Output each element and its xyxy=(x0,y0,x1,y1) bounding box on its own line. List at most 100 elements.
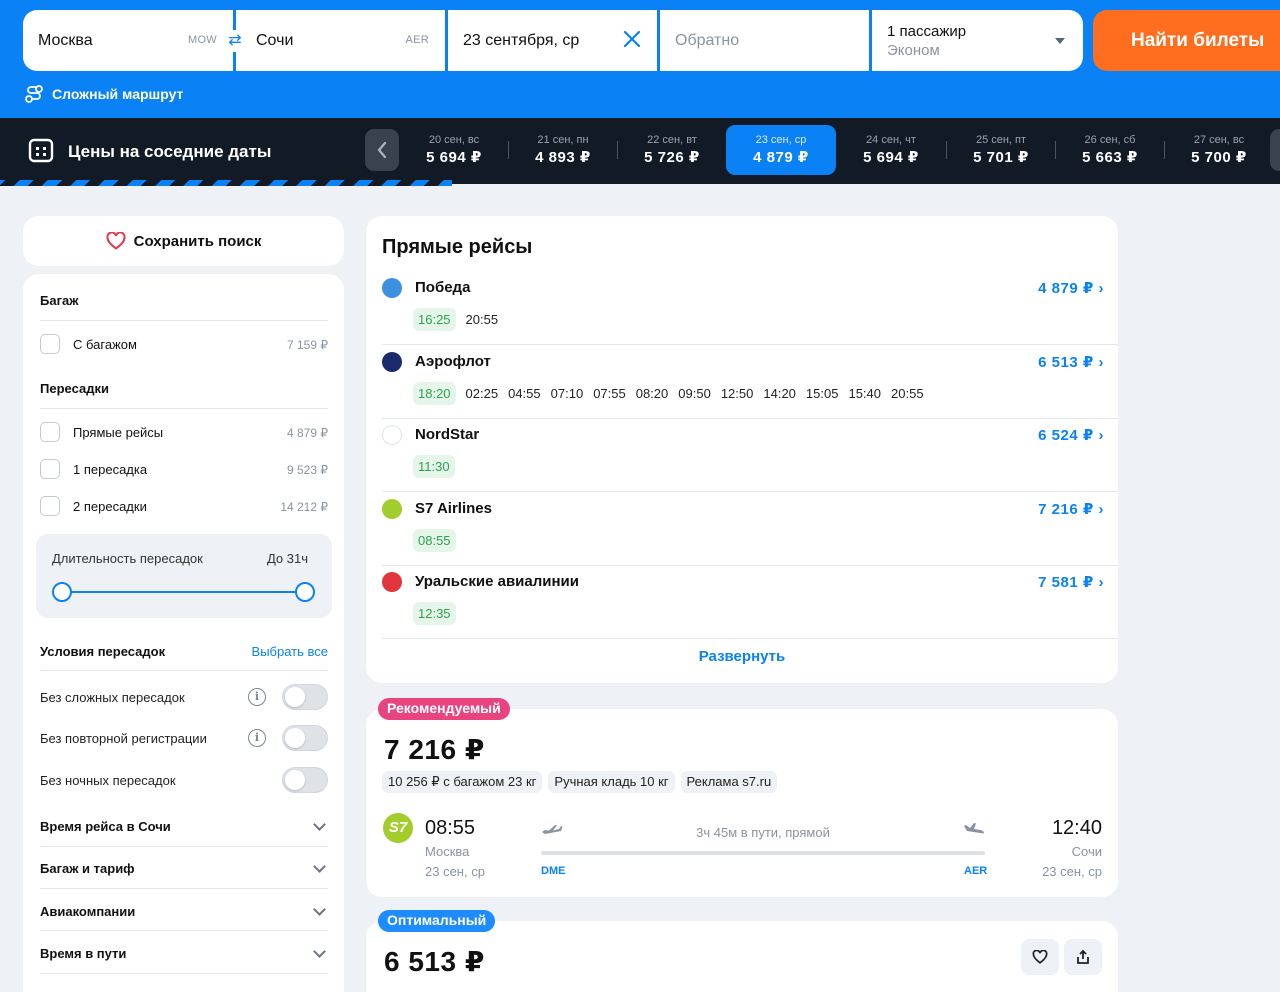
expand-button[interactable]: Развернуть xyxy=(366,648,1118,665)
departure-time-chip[interactable]: 07:10 xyxy=(551,386,584,401)
transfer-price-one: 9 523 ₽ xyxy=(287,463,328,477)
from-city[interactable]: Москва xyxy=(38,32,93,50)
select-all-link[interactable]: Выбрать все xyxy=(252,644,328,659)
toggle-no-night[interactable] xyxy=(282,767,328,793)
date-cell[interactable]: 21 сен, пн 4 893 ₽ xyxy=(508,129,618,175)
slider-max-handle[interactable] xyxy=(295,582,315,602)
transfers-title: Пересадки xyxy=(40,381,109,396)
arrival-city: Сочи xyxy=(1071,844,1102,859)
airline-row[interactable]: NordStar 6 524 ₽ › 11:30 xyxy=(382,418,1118,492)
chevron-down-icon[interactable] xyxy=(313,903,326,916)
departure-time-chip[interactable]: 04:55 xyxy=(508,386,541,401)
airline-row[interactable]: Победа 4 879 ₽ › 16:25 20:55 xyxy=(382,271,1118,345)
next-dates-button[interactable] xyxy=(1270,129,1280,171)
airline-name: NordStar xyxy=(415,426,480,443)
airline-price[interactable]: 7 581 ₽ › xyxy=(1038,573,1104,591)
departure-time-chip[interactable]: 15:40 xyxy=(848,386,881,401)
date-cell[interactable]: 25 сен, пт 5 701 ₽ xyxy=(946,129,1056,175)
airline-price[interactable]: 6 513 ₽ › xyxy=(1038,353,1104,371)
section-airlines[interactable]: Авиакомпании xyxy=(40,904,135,919)
date-cell[interactable]: 26 сен, сб 5 663 ₽ xyxy=(1055,129,1165,175)
departure-time-chip[interactable]: 18:20 xyxy=(413,382,456,405)
swap-icon[interactable]: ⇄ xyxy=(223,30,247,52)
departure-time-chip[interactable]: 16:25 xyxy=(413,308,456,331)
route-icon xyxy=(25,85,43,103)
airline-price-value: 4 879 ₽ xyxy=(1038,280,1094,297)
departure-time-chip[interactable]: 08:20 xyxy=(636,386,669,401)
optimal-badge: Оптимальный xyxy=(378,910,496,932)
loading-stripes xyxy=(0,180,452,186)
toggle-no-recheck[interactable] xyxy=(282,725,328,751)
airline-price[interactable]: 7 216 ₽ › xyxy=(1038,500,1104,518)
to-city[interactable]: Сочи xyxy=(256,32,293,50)
chevron-down-icon[interactable] xyxy=(313,818,326,831)
transfer-checkbox-direct[interactable] xyxy=(40,422,60,442)
departure-time-chip[interactable]: 20:55 xyxy=(466,312,499,327)
prev-dates-button[interactable] xyxy=(365,129,399,171)
complex-route-link[interactable]: Сложный маршрут xyxy=(24,84,183,104)
departure-time-chip[interactable]: 12:50 xyxy=(721,386,754,401)
departure-time-chip[interactable]: 02:25 xyxy=(466,386,499,401)
slider-track[interactable] xyxy=(62,591,306,593)
departure-time-chip[interactable]: 08:55 xyxy=(413,529,456,552)
info-icon[interactable]: i xyxy=(248,729,266,747)
share-button[interactable] xyxy=(1064,939,1102,975)
date-cell[interactable]: 22 сен, вт 5 726 ₽ xyxy=(617,129,727,175)
transfer-label-two[interactable]: 2 пересадки xyxy=(73,499,147,514)
airline-price[interactable]: 6 524 ₽ › xyxy=(1038,426,1104,444)
date-separator xyxy=(1164,141,1165,159)
date-cell[interactable]: 20 сен, вс 5 694 ₽ xyxy=(399,129,509,175)
return-date-field[interactable]: Обратно xyxy=(660,10,869,71)
departure-time-chip[interactable]: 11:30 xyxy=(413,455,455,478)
date-field[interactable]: 23 сентября, ср xyxy=(448,10,657,71)
favorite-button[interactable] xyxy=(1021,939,1059,975)
find-tickets-button[interactable]: Найти билеты xyxy=(1093,10,1280,71)
section-flight-time[interactable]: Время рейса в Сочи xyxy=(40,819,171,834)
date-label: 23 сен, ср xyxy=(755,134,807,146)
departure-time: 08:55 xyxy=(425,817,476,839)
date-cell[interactable]: 27 сен, вс 5 700 ₽ xyxy=(1164,129,1274,175)
return-placeholder[interactable]: Обратно xyxy=(675,32,739,50)
ticket-card[interactable]: 7 216 ₽ 10 256 ₽ с багажом 23 кг Ручная … xyxy=(366,709,1118,897)
passengers-field[interactable]: 1 пассажир Эконом xyxy=(872,10,1083,71)
baggage-checkbox[interactable] xyxy=(40,334,60,354)
transfer-label-direct[interactable]: Прямые рейсы xyxy=(73,425,163,440)
airline-row[interactable]: Уральские авиалинии 7 581 ₽ › 12:35 xyxy=(382,565,1118,639)
departure-time-chip[interactable]: 09:50 xyxy=(678,386,711,401)
clear-date-icon[interactable] xyxy=(621,28,643,50)
departure-time-chip[interactable]: 20:55 xyxy=(891,386,924,401)
toggle-no-complex[interactable] xyxy=(282,684,328,710)
calendar-icon xyxy=(28,138,54,163)
date-cell[interactable]: 24 сен, чт 5 694 ₽ xyxy=(836,129,946,175)
date-price: 4 893 ₽ xyxy=(535,149,591,166)
airline-price[interactable]: 4 879 ₽ › xyxy=(1038,279,1104,297)
airline-name: Победа xyxy=(415,279,471,296)
section-travel-time[interactable]: Время в пути xyxy=(40,946,126,961)
airline-row[interactable]: S7 Airlines 7 216 ₽ › 08:55 xyxy=(382,492,1118,566)
transfer-checkbox-two[interactable] xyxy=(40,496,60,516)
airline-row[interactable]: Аэрофлот 6 513 ₽ › 18:20 02:25 04:55 07:10 07:… xyxy=(382,345,1118,419)
chevron-down-icon[interactable] xyxy=(1055,38,1065,44)
date-separator xyxy=(508,141,509,159)
chevron-down-icon[interactable] xyxy=(313,860,326,873)
departure-time-chip[interactable]: 07:55 xyxy=(593,386,626,401)
transfer-checkbox-one[interactable] xyxy=(40,459,60,479)
to-field[interactable]: Сочи AER xyxy=(236,10,445,71)
departure-times: 16:25 20:55 xyxy=(413,308,508,331)
info-icon[interactable]: i xyxy=(248,688,266,706)
arrival-airport-code: AER xyxy=(964,865,988,877)
baggage-option-label[interactable]: С багажом xyxy=(73,337,137,352)
departure-time-chip[interactable]: 12:35 xyxy=(413,602,456,625)
from-field[interactable]: Москва MOW xyxy=(23,10,233,71)
transfer-label-one[interactable]: 1 пересадка xyxy=(73,462,147,477)
duration-label: Длительность пересадок xyxy=(52,551,203,566)
chevron-down-icon[interactable] xyxy=(313,945,326,958)
date-cell[interactable]: 23 сен, ср 4 879 ₽ xyxy=(726,125,836,175)
section-baggage-fare[interactable]: Багаж и тариф xyxy=(40,861,135,876)
departure-time-chip[interactable]: 15:05 xyxy=(806,386,839,401)
date-price: 4 879 ₽ xyxy=(753,149,809,166)
departure-time-chip[interactable]: 14:20 xyxy=(763,386,796,401)
save-search-button[interactable]: Сохранить поиск xyxy=(23,216,344,266)
date-value[interactable]: 23 сентября, ср xyxy=(463,32,579,50)
slider-min-handle[interactable] xyxy=(52,582,72,602)
